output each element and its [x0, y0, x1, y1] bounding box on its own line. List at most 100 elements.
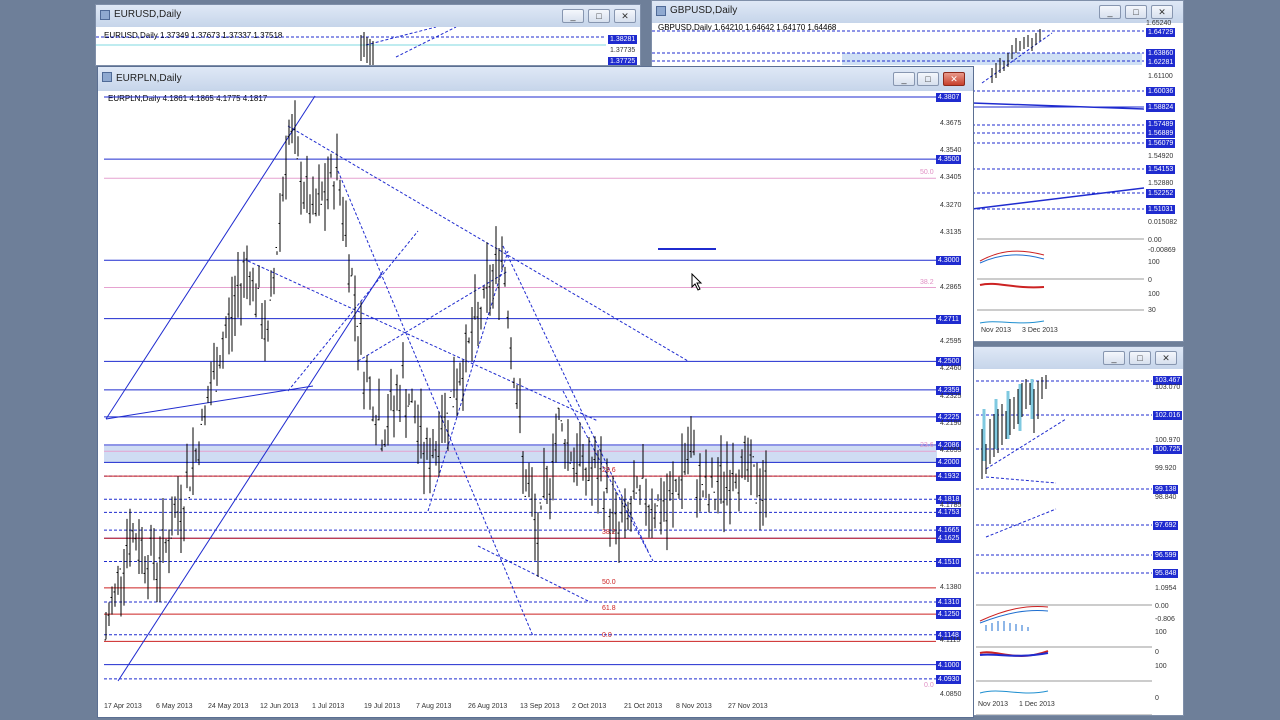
- close-button[interactable]: ✕: [614, 9, 636, 23]
- third-osc-label: 0: [1155, 695, 1159, 702]
- third-price-label: 97.692: [1153, 521, 1179, 530]
- gbpusd-price-label: 1.62281: [1146, 58, 1176, 67]
- price-axis-label: 4.1510: [936, 557, 962, 567]
- gbpusd-osc-label: 0: [1148, 277, 1152, 284]
- date-axis-label: 8 Nov 2013: [676, 703, 712, 710]
- price-axis-label: 4.1932: [936, 472, 962, 482]
- fib-level-label: 0.0: [602, 632, 612, 640]
- price-axis-label: 4.2595: [940, 338, 962, 346]
- maximize-button[interactable]: □: [1129, 351, 1151, 365]
- price-axis-label: 4.3270: [940, 201, 962, 209]
- eurusd-window[interactable]: EURUSD,Daily _ □ ✕ EURUSD,Daily 1.37349 …: [95, 4, 641, 66]
- eurusd-chart[interactable]: EURUSD,Daily 1.37349 1.37673 1.37337 1.3…: [96, 27, 640, 65]
- maximize-button[interactable]: □: [1125, 5, 1147, 19]
- price-axis-label: 4.3135: [940, 228, 962, 236]
- gbpusd-price-label: 1.51031: [1146, 205, 1176, 214]
- gbpusd-date-label: Nov 2013: [981, 327, 1011, 334]
- gbpusd-osc-label: 100: [1148, 259, 1160, 266]
- price-axis-label: 4.3675: [940, 119, 962, 127]
- third-price-label: 103.070: [1155, 384, 1181, 391]
- third-price-label: 96.599: [1153, 551, 1179, 560]
- date-axis-label: 17 Apr 2013: [104, 703, 142, 710]
- third-chart-window[interactable]: _ □ ✕ 103.467 103.070 102.016 100.970 10…: [955, 346, 1184, 716]
- gbpusd-date-label: 3 Dec 2013: [1022, 327, 1058, 334]
- gbpusd-price-label: 1.60036: [1146, 87, 1176, 96]
- gbpusd-price-label: 1.61100: [1148, 73, 1173, 80]
- gbpusd-price-label: 1.63860: [1146, 49, 1176, 58]
- close-button[interactable]: ✕: [1151, 5, 1173, 19]
- third-osc-label: -0.806: [1155, 616, 1175, 623]
- price-axis-label: 4.3807: [936, 93, 962, 102]
- price-axis-label: 4.1625: [936, 534, 962, 544]
- eurpln-chart[interactable]: EURPLN,Daily 4.1861 4.1865 4.1775 4.1817: [98, 91, 973, 717]
- third-price-label: 99.920: [1155, 465, 1177, 472]
- fib-level-label: 38.2: [602, 529, 616, 537]
- eurpln-title: EURPLN,Daily: [116, 73, 182, 84]
- eurusd-price-label: 1.37735: [610, 47, 636, 54]
- date-axis-label: 13 Sep 2013: [520, 703, 560, 710]
- date-axis-label: 1 Jul 2013: [312, 703, 345, 710]
- third-osc-label: 1.0954: [1155, 585, 1177, 592]
- mouse-cursor-icon: [691, 273, 703, 291]
- date-axis-label: 24 May 2013: [208, 703, 249, 710]
- gbpusd-price-label: 1.56889: [1146, 129, 1176, 138]
- price-axis-label: 4.3405: [940, 174, 962, 182]
- fib-level-label: 23.6: [602, 467, 616, 475]
- minimize-button[interactable]: _: [1103, 351, 1125, 365]
- third-date-label: Nov 2013: [978, 701, 1008, 708]
- gbpusd-price-label: 1.64729: [1146, 28, 1176, 37]
- eurpln-plot: [104, 95, 937, 682]
- third-osc-label: 100: [1155, 663, 1167, 670]
- price-axis-label: 4.2000: [936, 458, 962, 468]
- date-axis-label: 26 Aug 2013: [468, 703, 508, 710]
- price-axis-label: 4.1753: [936, 508, 962, 518]
- gbpusd-osc-label: 100: [1148, 291, 1160, 298]
- eurusd-price-label: 1.38281: [608, 35, 638, 44]
- gbpusd-price-label: 1.54153: [1146, 165, 1176, 174]
- eurusd-titlebar[interactable]: EURUSD,Daily _ □ ✕: [96, 5, 640, 28]
- eurusd-price-label: 1.37725: [608, 57, 638, 65]
- price-axis-label: 4.2325: [940, 392, 962, 400]
- eurpln-window[interactable]: EURPLN,Daily _ □ ✕ EURPLN,Daily 4.1861 4…: [97, 66, 974, 718]
- maximize-button[interactable]: □: [588, 9, 610, 23]
- gbpusd-osc-label: 0.00: [1148, 237, 1162, 244]
- gbpusd-price-label: 1.65240: [1146, 20, 1172, 27]
- price-axis-label: 4.3500: [936, 155, 962, 165]
- close-button[interactable]: ✕: [943, 72, 965, 86]
- date-axis-label: 27 Nov 2013: [728, 703, 768, 710]
- date-axis-label: 21 Oct 2013: [624, 703, 663, 710]
- maximize-button[interactable]: □: [917, 72, 939, 86]
- third-date-label: 1 Dec 2013: [1019, 701, 1055, 708]
- eurpln-titlebar[interactable]: EURPLN,Daily _ □ ✕: [98, 67, 973, 92]
- gbpusd-price-label: 1.52252: [1146, 189, 1176, 198]
- gbpusd-osc-label: -0.00869: [1148, 247, 1176, 254]
- third-chart[interactable]: 103.467 103.070 102.016 100.970 100.725 …: [956, 369, 1183, 715]
- date-axis-label: 12 Jun 2013: [260, 703, 299, 710]
- gbpusd-title: GBPUSD,Daily: [670, 5, 738, 16]
- price-axis-label: 4.1310: [936, 597, 962, 607]
- third-chart-plot: [976, 375, 1152, 715]
- price-axis-label: 4.1380: [940, 583, 962, 591]
- gbpusd-titlebar[interactable]: GBPUSD,Daily _ □ ✕: [652, 1, 1183, 24]
- price-axis-label: 4.0930: [936, 674, 962, 684]
- price-axis-label: 4.1000: [936, 660, 962, 670]
- price-axis-label: 4.1115: [940, 637, 961, 645]
- minimize-button[interactable]: _: [562, 9, 584, 23]
- third-price-label: 99.138: [1153, 485, 1179, 494]
- fib-level-label: 0.0: [924, 681, 934, 689]
- gbpusd-osc-label: 0.015082: [1148, 219, 1178, 226]
- date-axis-label: 7 Aug 2013: [416, 703, 452, 710]
- chart-window-icon: [100, 10, 110, 20]
- close-button[interactable]: ✕: [1155, 351, 1177, 365]
- price-axis-label: 4.2190: [940, 420, 962, 427]
- minimize-button[interactable]: _: [893, 72, 915, 86]
- price-axis-label: 4.3000: [936, 256, 962, 266]
- third-price-label: 100.725: [1153, 445, 1183, 454]
- fib-level-label: 38.2: [920, 278, 934, 286]
- third-osc-label: 100: [1155, 629, 1167, 636]
- third-chart-titlebar[interactable]: _ □ ✕: [956, 347, 1183, 370]
- gbpusd-price-label: 1.57489: [1146, 120, 1176, 129]
- price-axis-label: 4.2055: [940, 447, 962, 455]
- minimize-button[interactable]: _: [1099, 5, 1121, 19]
- third-price-label: 102.016: [1153, 411, 1183, 420]
